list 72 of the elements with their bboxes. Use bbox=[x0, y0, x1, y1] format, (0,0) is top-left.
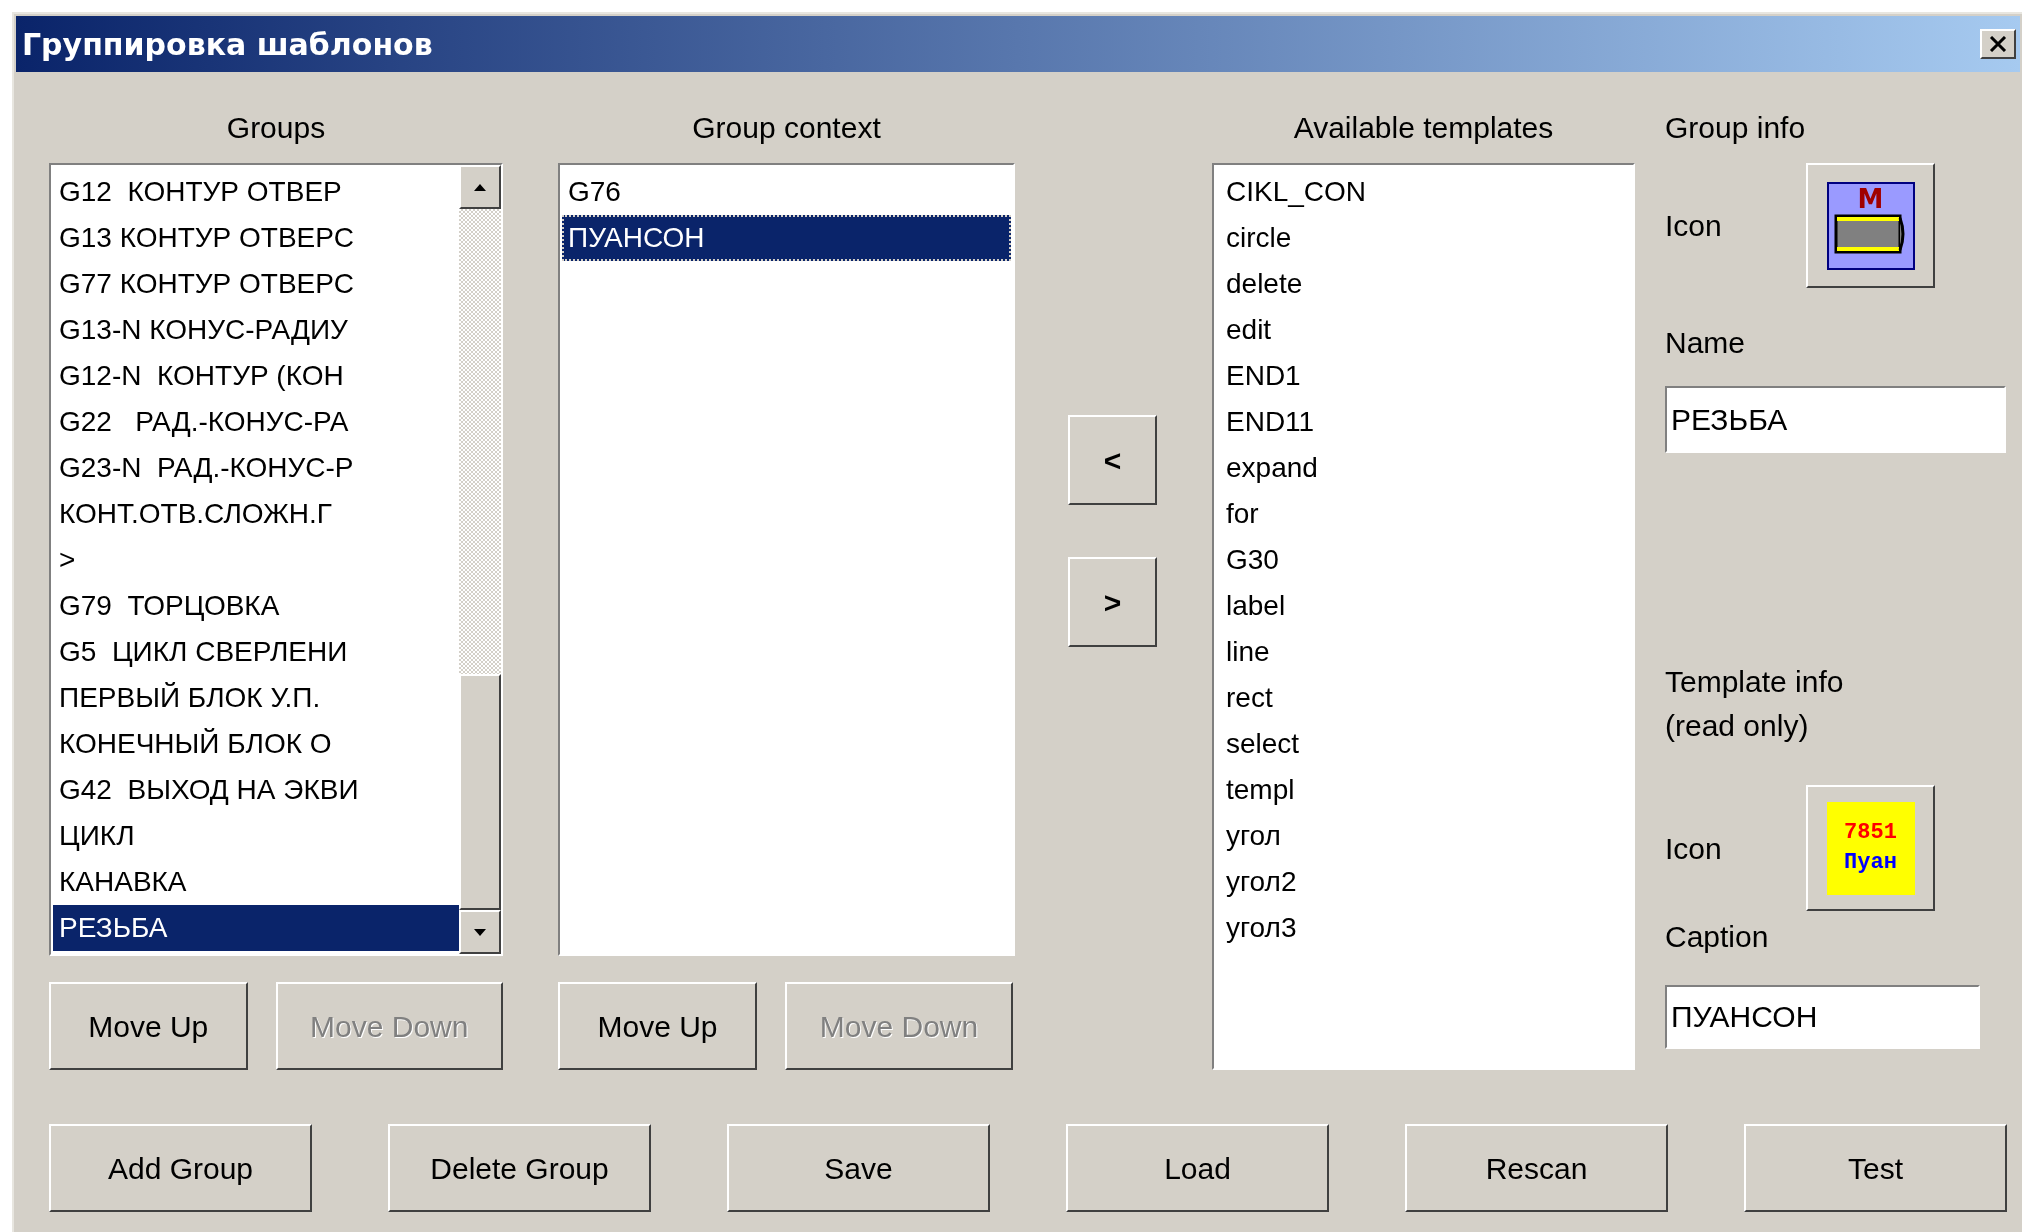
caption-label: Caption bbox=[1665, 919, 1770, 954]
group-item[interactable]: G13-N КОНУС-РАДИУ bbox=[53, 307, 459, 353]
template-info-heading: Template info (read only) bbox=[1665, 664, 1845, 744]
icon-button[interactable]: 7851 Пуан bbox=[1806, 785, 1935, 911]
move-up-button[interactable]: Move Up bbox=[558, 982, 757, 1070]
group-item[interactable]: G77 КОНТУР ОТВЕРС bbox=[53, 261, 459, 307]
template-item[interactable]: CIKL_CON bbox=[1220, 169, 1627, 215]
action-button[interactable]: Delete Group bbox=[388, 1124, 651, 1212]
group-item[interactable]: РЕЗЬБА bbox=[53, 905, 459, 951]
name-field[interactable]: РЕЗЬБА bbox=[1665, 386, 2006, 453]
template-item[interactable]: circle bbox=[1220, 215, 1627, 261]
down-arrow-icon bbox=[474, 928, 486, 936]
window-title: Группировка шаблонов bbox=[22, 25, 433, 64]
group-item[interactable]: G23-N РАД.-КОНУС-Р bbox=[53, 445, 459, 491]
template-item[interactable]: edit bbox=[1220, 307, 1627, 353]
group-item[interactable]: G79 ТОРЦОВКА bbox=[53, 583, 459, 629]
close-icon bbox=[1989, 36, 2007, 52]
group-info-heading: Group info bbox=[1665, 110, 1807, 145]
template-item[interactable]: END1 bbox=[1220, 353, 1627, 399]
available-templates-heading: Available templates bbox=[1292, 110, 1555, 145]
group-item[interactable]: КАНАВКА bbox=[53, 859, 459, 905]
name-label: Name bbox=[1665, 325, 1747, 360]
move-left-button[interactable]: < bbox=[1068, 415, 1157, 505]
icon-letter: M bbox=[1857, 183, 1884, 214]
group-item[interactable]: G13 КОНТУР ОТВЕРС bbox=[53, 215, 459, 261]
action-button[interactable]: Save bbox=[727, 1124, 990, 1212]
icon-text: Пуан bbox=[1844, 850, 1897, 876]
template-item[interactable]: delete bbox=[1220, 261, 1627, 307]
group-context-heading: Group context bbox=[691, 110, 882, 145]
template-item[interactable]: label bbox=[1220, 583, 1627, 629]
close-button[interactable] bbox=[1980, 29, 2016, 59]
template-item[interactable]: G30 bbox=[1220, 537, 1627, 583]
group-item[interactable]: G22 РАД.-КОНУС-РА bbox=[53, 399, 459, 445]
group-item[interactable]: ПЕРВЫЙ БЛОК У.П. bbox=[53, 675, 459, 721]
scroll-down-button[interactable] bbox=[459, 910, 501, 954]
template-item[interactable]: угол2 bbox=[1220, 859, 1627, 905]
move-right-button[interactable]: > bbox=[1068, 557, 1157, 647]
group-item[interactable]: КОНТ.ОТВ.СЛОЖН.Г bbox=[53, 491, 459, 537]
template-item[interactable]: угол3 bbox=[1220, 905, 1627, 951]
group-item[interactable]: ЦИКЛ bbox=[53, 813, 459, 859]
available-templates-list[interactable]: CIKL_CON circle delete edit END1 END11 expand for G30 label line rect select templ угол угол2 угол3 bbox=[1212, 163, 1635, 1070]
action-button[interactable]: Rescan bbox=[1405, 1124, 1668, 1212]
icon-text: 7851 bbox=[1844, 820, 1897, 846]
context-item[interactable]: G76 bbox=[562, 169, 1011, 215]
template-item[interactable]: for bbox=[1220, 491, 1627, 537]
group-item[interactable]: G12-N КОНТУР (КОН bbox=[53, 353, 459, 399]
template-item[interactable]: END11 bbox=[1220, 399, 1627, 445]
action-button[interactable]: Load bbox=[1066, 1124, 1329, 1212]
group-item[interactable]: G42 ВЫХОД НА ЭКВИ bbox=[53, 767, 459, 813]
group-context-list[interactable]: G76 ПУАНСОН bbox=[558, 163, 1015, 956]
caption-field[interactable]: ПУАНСОН bbox=[1665, 985, 1980, 1049]
group-item[interactable]: G12 КОНТУР ОТВЕР bbox=[53, 169, 459, 215]
template-item[interactable]: line bbox=[1220, 629, 1627, 675]
template-item[interactable]: expand bbox=[1220, 445, 1627, 491]
icon-label: Icon bbox=[1665, 208, 1723, 244]
groups-list[interactable] bbox=[49, 163, 503, 956]
move-up-button[interactable]: Move Up bbox=[49, 982, 248, 1070]
template-item[interactable]: templ bbox=[1220, 767, 1627, 813]
icon-label: Icon bbox=[1665, 830, 1723, 867]
template-item[interactable]: select bbox=[1220, 721, 1627, 767]
template-item[interactable]: угол bbox=[1220, 813, 1627, 859]
context-item[interactable]: ПУАНСОН bbox=[562, 215, 1011, 261]
group-item[interactable]: G5 ЦИКЛ СВЕРЛЕНИ bbox=[53, 629, 459, 675]
action-button[interactable]: Test bbox=[1744, 1124, 2007, 1212]
template-item[interactable]: rect bbox=[1220, 675, 1627, 721]
groups-heading: Groups bbox=[225, 110, 327, 145]
scroll-thumb[interactable] bbox=[459, 674, 501, 910]
scroll-up-button[interactable] bbox=[459, 165, 501, 209]
up-arrow-icon bbox=[474, 183, 486, 191]
group-item[interactable]: КОНЕЧНЫЙ БЛОК О bbox=[53, 721, 459, 767]
group-item[interactable]: > bbox=[53, 537, 459, 583]
action-button[interactable]: Add Group bbox=[49, 1124, 312, 1212]
